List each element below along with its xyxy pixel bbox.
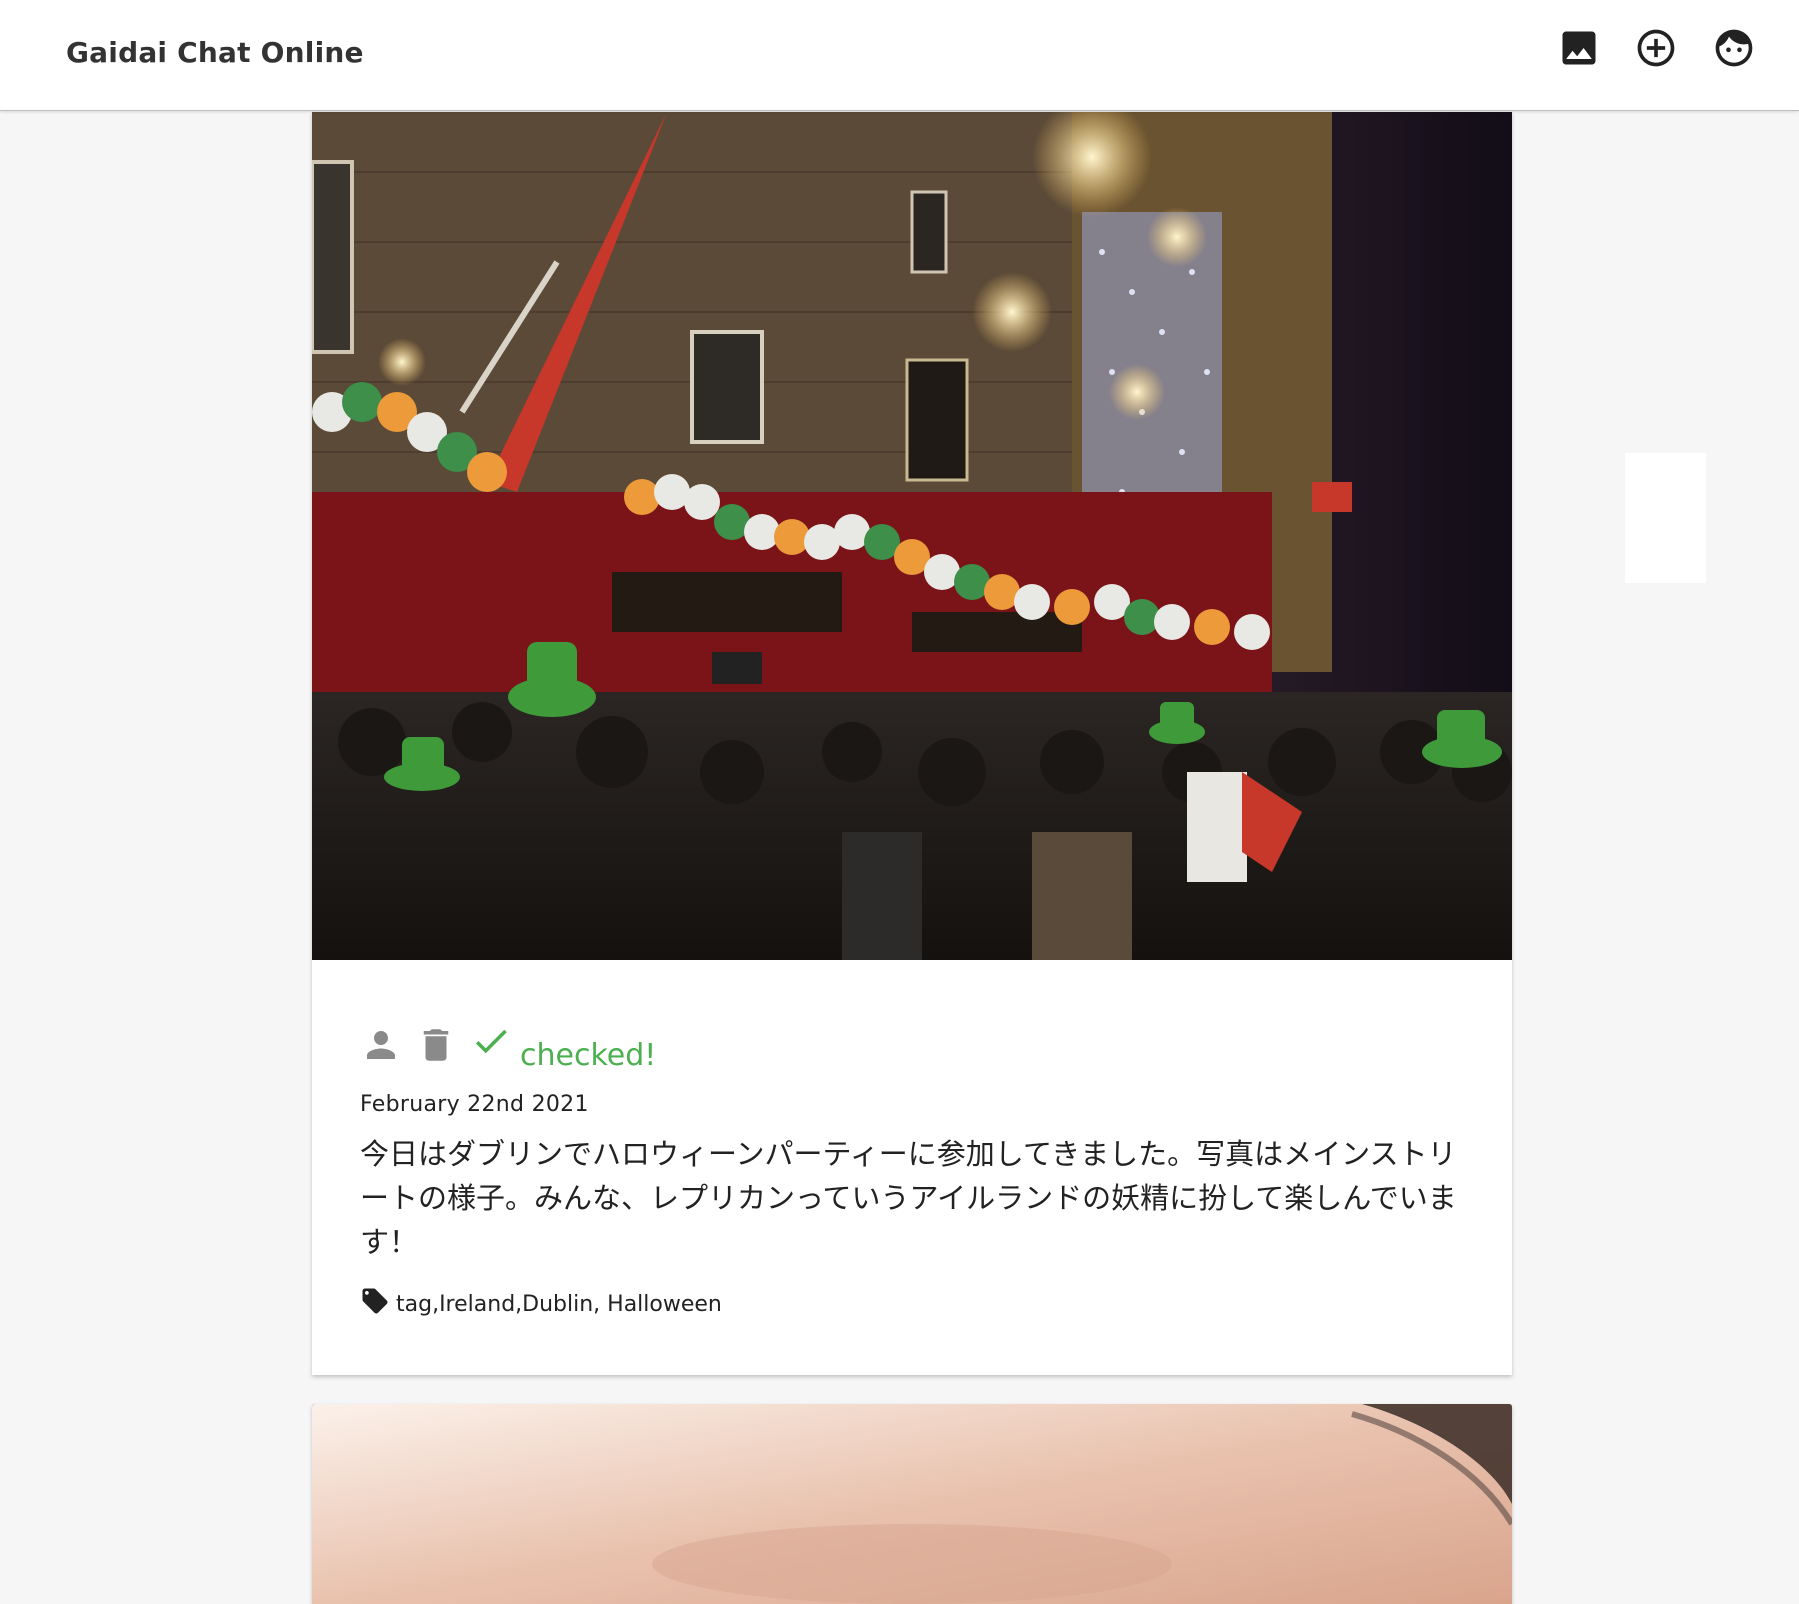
tag-list: tag,Ireland,Dublin, Halloween: [396, 1292, 722, 1317]
delete-icon[interactable]: [415, 1024, 457, 1066]
post-actions: checked!: [360, 1012, 1470, 1073]
post-date: February 22nd 2021: [360, 1092, 589, 1117]
face-icon[interactable]: [1712, 26, 1756, 70]
person-icon[interactable]: [360, 1024, 402, 1066]
app-title[interactable]: Gaidai Chat Online: [66, 36, 364, 69]
post-card: checked! February 22nd 2021 今日はダブリンでハロウィ…: [312, 112, 1512, 1375]
tag-icon: [360, 1286, 390, 1316]
post-body: checked! February 22nd 2021 今日はダブリンでハロウィ…: [360, 1012, 1470, 1317]
checked-status-label: checked!: [520, 1038, 657, 1073]
post-text: 今日はダブリンでハロウィーンパーティーに参加してきました。写真はメインストリート…: [360, 1137, 1457, 1259]
add-circle-icon[interactable]: [1634, 26, 1678, 70]
check-icon[interactable]: [470, 1020, 512, 1062]
app-bar: Gaidai Chat Online: [0, 0, 1799, 111]
post-photo[interactable]: [312, 1404, 1512, 1604]
image-icon[interactable]: [1557, 26, 1601, 70]
side-panel: [1625, 453, 1706, 583]
post-card: [312, 1404, 1512, 1604]
post-photo[interactable]: [312, 112, 1512, 960]
